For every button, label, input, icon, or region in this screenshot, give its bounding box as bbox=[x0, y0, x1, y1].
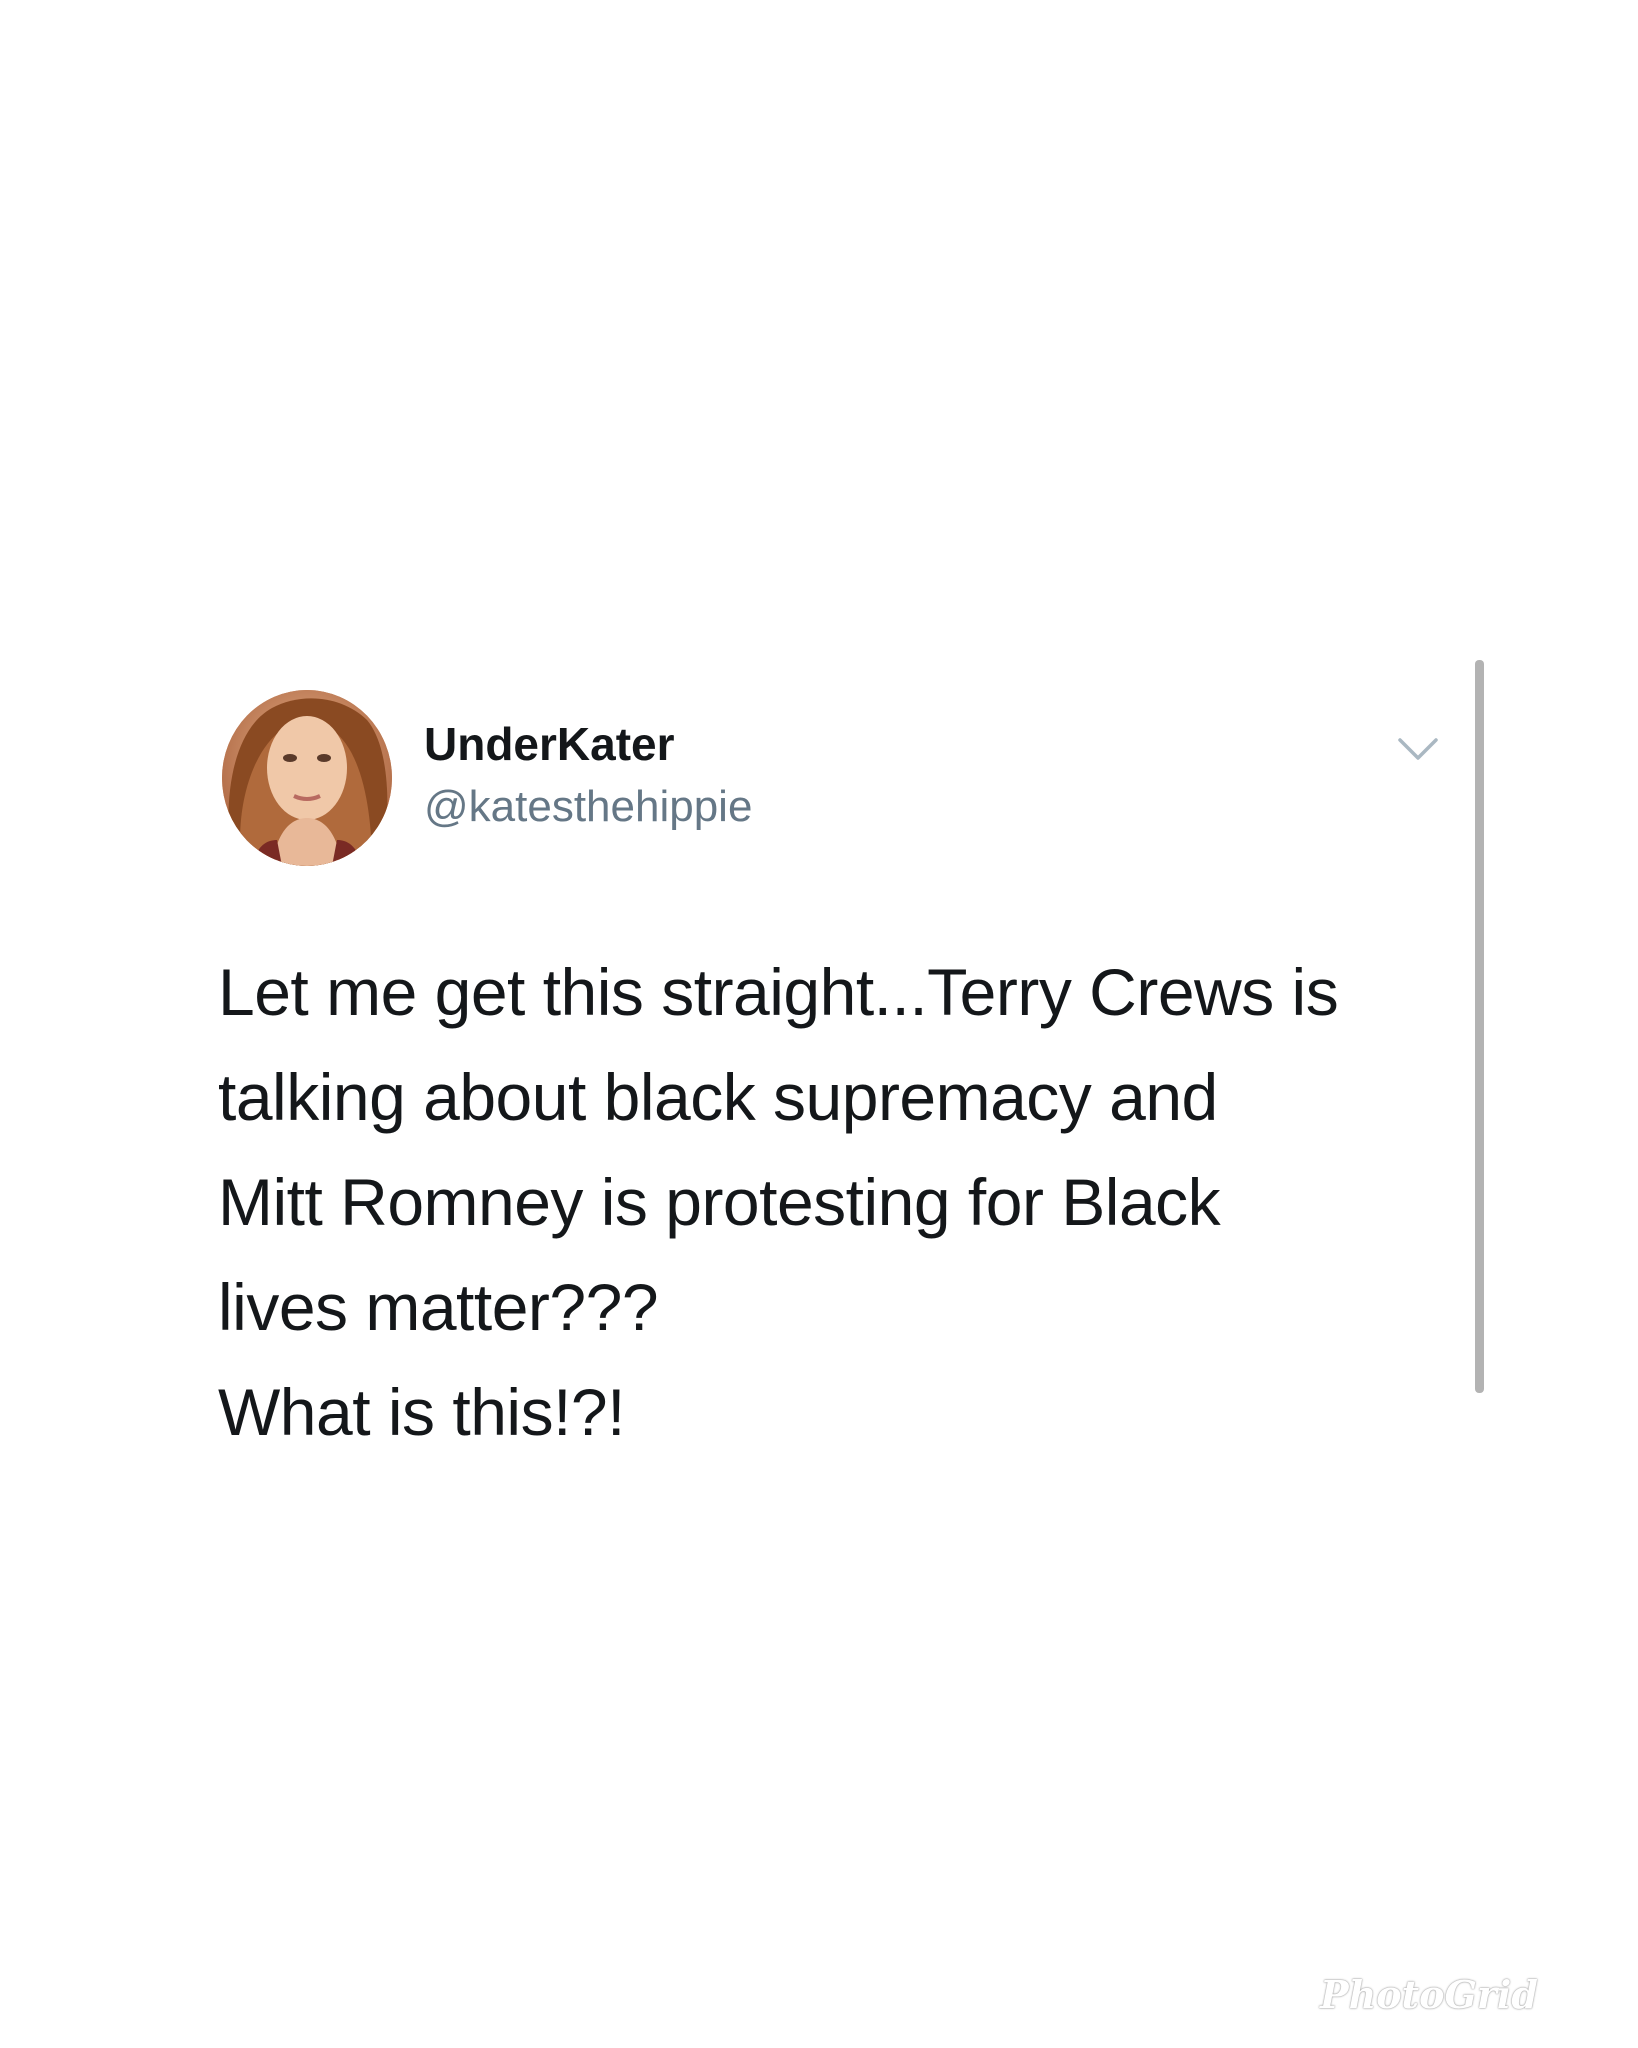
chevron-down-icon bbox=[1398, 738, 1438, 760]
tweet-text: Let me get this straight...Terry Crews i… bbox=[218, 940, 1448, 1465]
scrollbar[interactable] bbox=[1475, 660, 1484, 1393]
avatar[interactable] bbox=[222, 690, 392, 866]
avatar-photo bbox=[222, 690, 392, 866]
watermark-logo: PhotoGrid bbox=[1320, 1972, 1538, 2017]
tweet-text-line: talking about black supremacy and bbox=[218, 1060, 1218, 1134]
tweet-text-line: Mitt Romney is protesting for Black bbox=[218, 1165, 1221, 1239]
tweet-menu-button[interactable] bbox=[1396, 734, 1440, 764]
tweet-text-line: What is this!?! bbox=[218, 1375, 625, 1449]
tweet-text-line: lives matter??? bbox=[218, 1270, 659, 1344]
user-handle[interactable]: @katesthehippie bbox=[424, 780, 752, 834]
tweet-text-line: Let me get this straight...Terry Crews i… bbox=[218, 955, 1339, 1029]
display-name[interactable]: UnderKater bbox=[424, 716, 675, 772]
tweet-card: UnderKater @katesthehippie Let me get th… bbox=[0, 0, 1638, 2048]
